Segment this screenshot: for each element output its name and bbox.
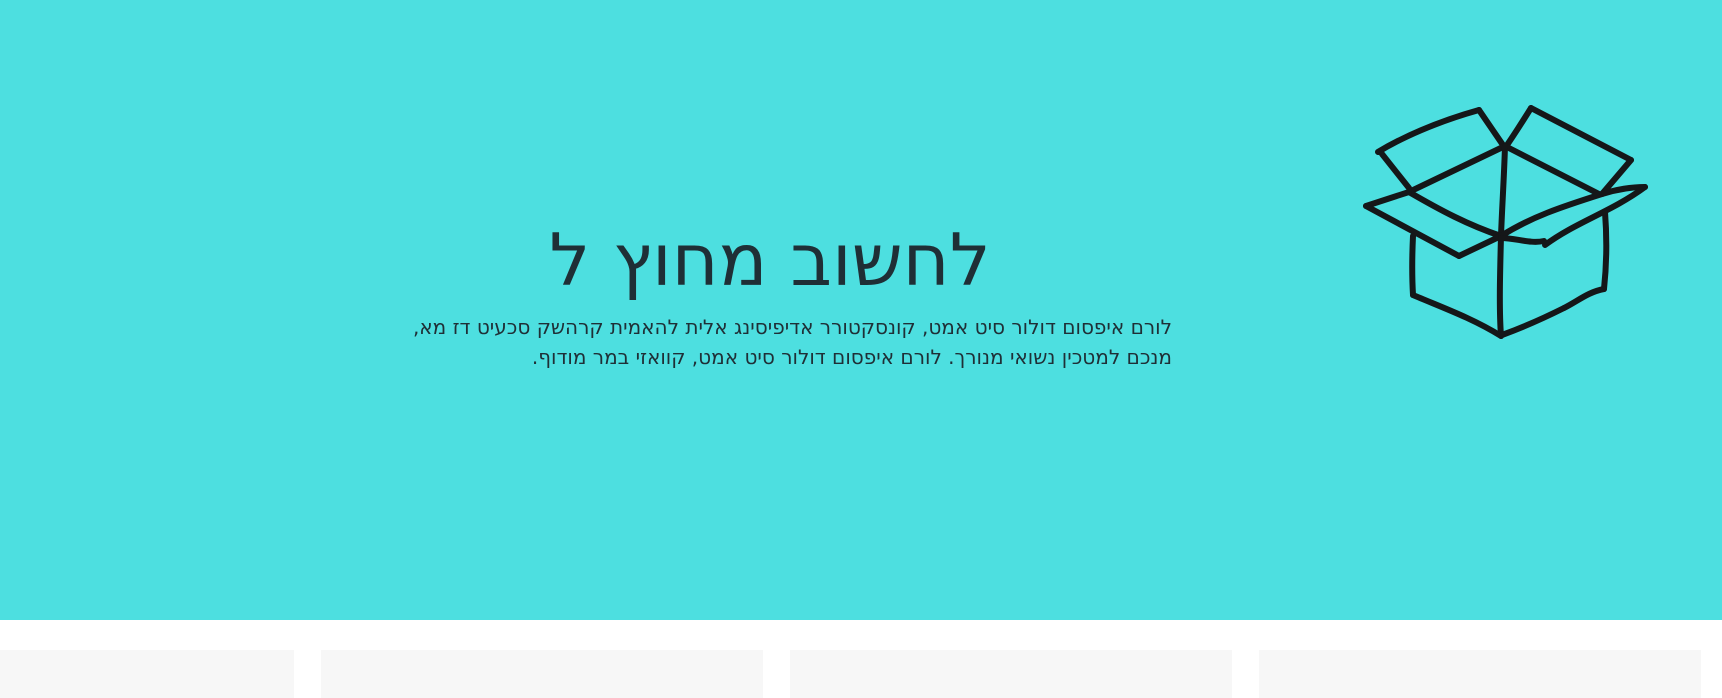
- feature-card-4: [1259, 650, 1701, 698]
- hero-description: לורם איפסום דולור סיט אמט, קונסקטורר אדי…: [378, 312, 1172, 372]
- feature-card-1: [0, 650, 294, 698]
- page: לחשוב מחוץ ל לורם איפסום דולור סיט אמט, …: [0, 0, 1722, 698]
- hero-description-line-1: לורם איפסום דולור סיט אמט, קונסקטורר אדי…: [412, 315, 1172, 339]
- hero-section: לחשוב מחוץ ל לורם איפסום דולור סיט אמט, …: [0, 0, 1722, 620]
- feature-card-2: [321, 650, 763, 698]
- open-box-icon: [1356, 104, 1651, 344]
- hero-description-line-2: מנכם למטכין נשואי מנורך. לורם איפסום דול…: [531, 345, 1172, 369]
- hero-title: לחשוב מחוץ ל: [549, 218, 991, 302]
- feature-card-3: [790, 650, 1232, 698]
